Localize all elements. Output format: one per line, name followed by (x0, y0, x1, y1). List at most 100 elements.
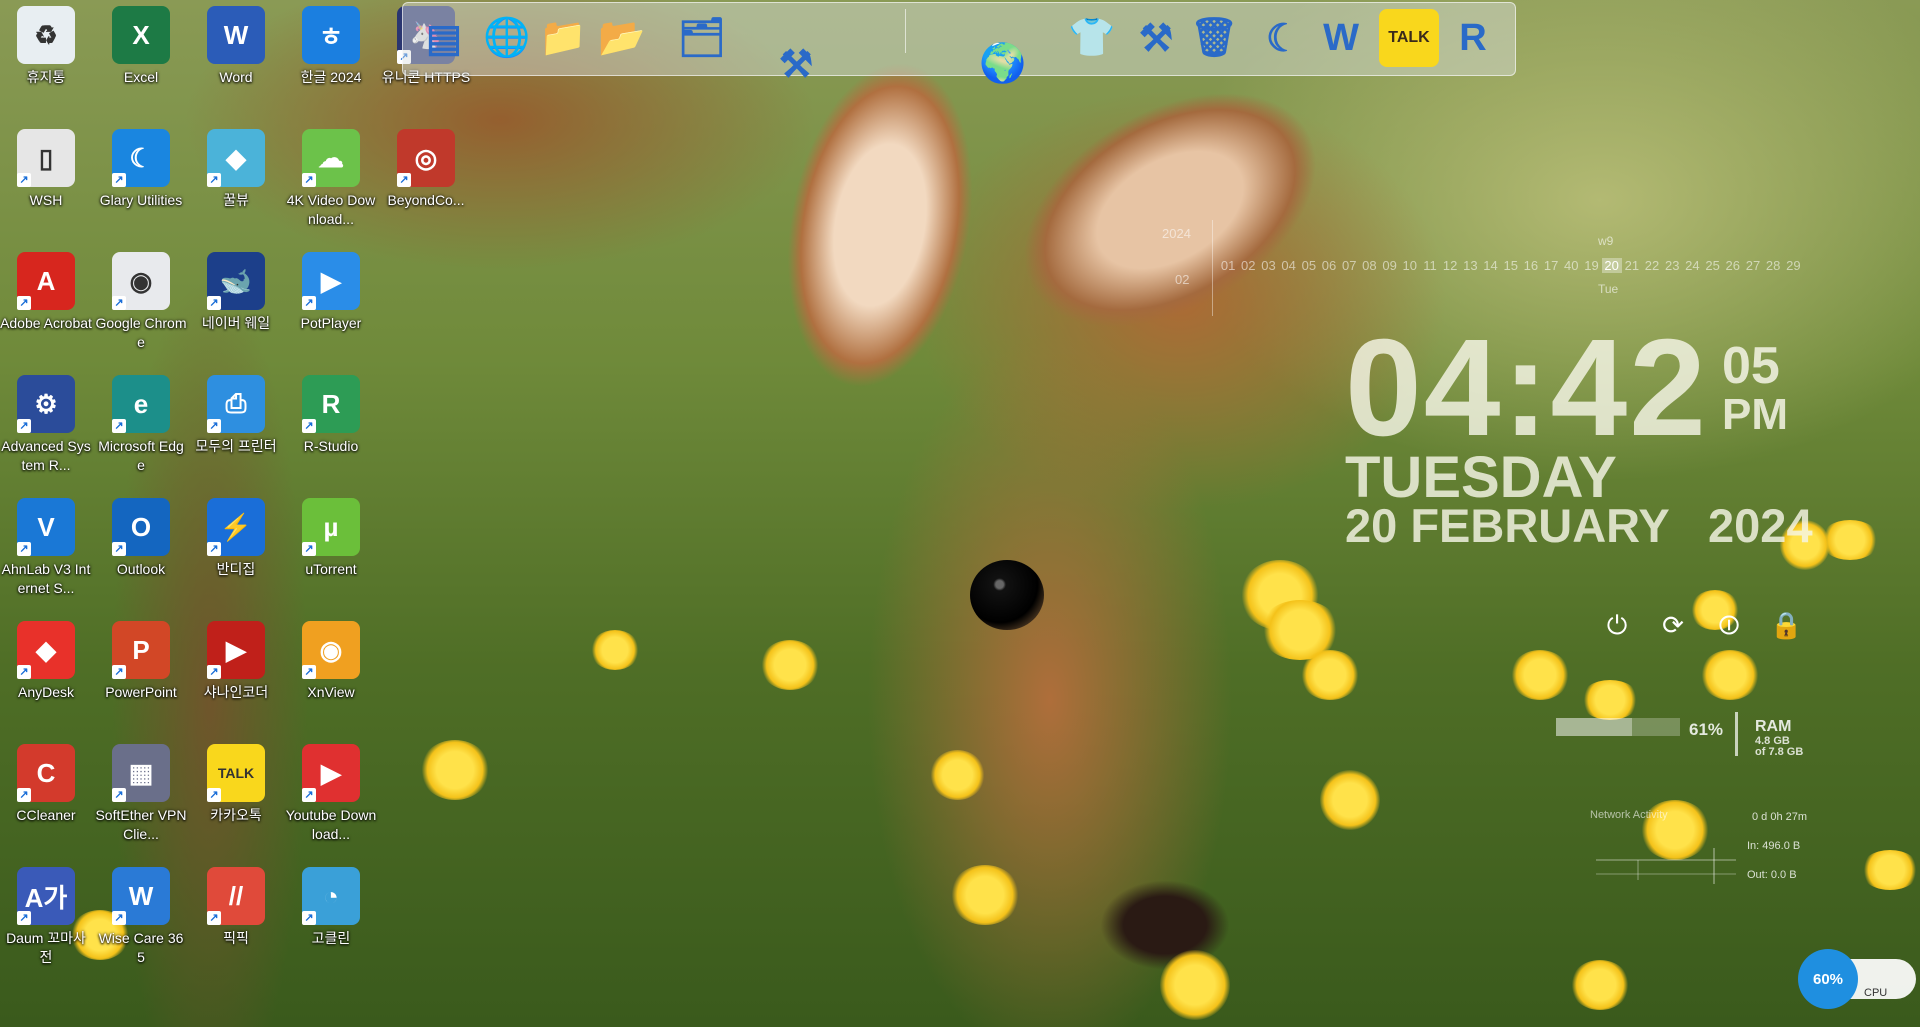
shortcut-arrow-icon: ↗ (302, 788, 316, 802)
desktop-icon[interactable]: ▯ ↗ WSH (0, 129, 92, 210)
network-uptime: 0 d 0h 27m (1752, 811, 1808, 823)
shortcut-arrow-icon: ↗ (17, 911, 31, 925)
desktop-icon[interactable]: 🐋 ↗ 네이버 웨일 (190, 252, 282, 333)
folder-icon[interactable]: 📁 (535, 9, 591, 67)
desktop-icon[interactable]: ◉ ↗ XnView (285, 621, 377, 702)
desktop-icon[interactable]: µ ↗ uTorrent (285, 498, 377, 579)
desktop-icon[interactable]: ▶ ↗ 샤나인코더 (190, 621, 282, 702)
calendar-day: 11 (1423, 258, 1437, 273)
internet-globe-icon[interactable]: 🌍 (943, 9, 1063, 119)
calendar-day: 08 (1362, 258, 1377, 273)
desktop-icon[interactable]: W Word (190, 6, 282, 87)
kakaotalk-icon: TALK ↗ (207, 744, 265, 802)
desktop-icon[interactable]: ☾ ↗ Glary Utilities (95, 129, 187, 210)
sleep-icon[interactable]: ⏼ (1714, 610, 1744, 640)
restart-icon[interactable]: ⟳ (1658, 610, 1688, 640)
honeyview-icon: ◆ ↗ (207, 129, 265, 187)
desktop-icon[interactable]: X Excel (95, 6, 187, 87)
desktop-icon-label: 네이버 웨일 (201, 315, 271, 331)
flower (1860, 850, 1920, 890)
desktop-icon[interactable]: ◆ ↗ AnyDesk (0, 621, 92, 702)
folder-drive-icon[interactable]: 🗂 (665, 9, 739, 67)
desktop-icon[interactable]: V ↗ AhnLab V3 Internet S... (0, 498, 92, 598)
desktop-icon[interactable]: ⎙ ↗ 모두의 프린터 (190, 375, 282, 456)
calendar-day: 12 (1442, 258, 1458, 273)
registry-icon[interactable]: R (1443, 9, 1503, 67)
clock-ampm: PM (1722, 390, 1788, 439)
desktop-icon[interactable]: ▶ ↗ Youtube Download... (285, 744, 377, 844)
edge-icon: e ↗ (112, 375, 170, 433)
desktop-icon[interactable]: ◆ ↗ 꿀뷰 (190, 129, 282, 210)
folder-green-icon[interactable]: 📂 (593, 9, 651, 67)
outlook-icon: O ↗ (112, 498, 170, 556)
flower (1700, 650, 1760, 700)
desktop-icon[interactable]: ㅎ 한글 2024 (285, 6, 377, 87)
desktop-icon[interactable]: ◉ ↗ Google Chrome (95, 252, 187, 352)
shutdown-icon[interactable]: ⏻ (1602, 610, 1632, 640)
desktop-icon-label: R-Studio (303, 438, 359, 454)
recycle-bin-icon[interactable]: 🗑 (1189, 9, 1239, 67)
desktop-icon-label: 반디집 (216, 561, 256, 577)
calendar-day: 03 (1261, 258, 1276, 273)
desktop-icon[interactable]: ☁ ↗ 4K Video Download... (285, 129, 377, 229)
calendar-week-number: w9 (1598, 234, 1614, 248)
desktop-icon[interactable]: R ↗ R-Studio (285, 375, 377, 456)
calendar-day: 14 (1483, 258, 1498, 273)
desktop-icon[interactable]: ⚡ ↗ 반디집 (190, 498, 282, 579)
calendar-day: 26 (1725, 258, 1741, 273)
wise-care-icon[interactable]: W (1315, 9, 1367, 67)
shortcut-arrow-icon: ↗ (112, 542, 126, 556)
desktop-icon[interactable]: ♻ 휴지통 (0, 6, 92, 87)
shortcut-arrow-icon: ↗ (207, 419, 221, 433)
network-in: In: 496.0 B (1747, 840, 1801, 852)
adobe-acrobat-icon: A ↗ (17, 252, 75, 310)
desktop-icon[interactable]: ◎ ↗ BeyondCo... (380, 129, 472, 210)
desktop-icon-label: Outlook (116, 561, 166, 577)
desktop-icon[interactable]: ◔ ↗ 고클린 (285, 867, 377, 948)
wise-care-365-icon: W ↗ (112, 867, 170, 925)
hammer-icon[interactable]: ⚒ (1125, 9, 1187, 67)
desktop-icon[interactable]: ⚙ ↗ Advanced System R... (0, 375, 92, 475)
calendar-year: 2024 (1162, 226, 1191, 241)
cpu-widget[interactable]: 60% CPU (1798, 949, 1920, 1009)
calendar-day: 25 (1705, 258, 1720, 273)
network-title: Network Activity (1590, 809, 1668, 821)
desktop-icon[interactable]: e ↗ Microsoft Edge (95, 375, 187, 475)
ahnlab-v3-icon: V ↗ (17, 498, 75, 556)
desktop-icon-label: BeyondCo... (387, 192, 465, 208)
shortcut-arrow-icon: ↗ (207, 296, 221, 310)
desktop-icon[interactable]: P ↗ PowerPoint (95, 621, 187, 702)
flower (1580, 680, 1640, 720)
shortcut-arrow-icon: ↗ (112, 296, 126, 310)
desktop-icon-label: PotPlayer (300, 315, 362, 331)
desktop-icon[interactable]: A가 ↗ Daum 꼬마사전 (0, 867, 92, 967)
advanced-system-repair-icon: ⚙ ↗ (17, 375, 75, 433)
shortcut-arrow-icon: ↗ (207, 665, 221, 679)
desktop-icon[interactable]: A ↗ Adobe Acrobat (0, 252, 92, 333)
flower (1510, 650, 1570, 700)
desktop-icon[interactable]: C ↗ CCleaner (0, 744, 92, 825)
desktop-icon-label: uTorrent (305, 561, 357, 577)
kakaotalk-icon[interactable]: TALK (1379, 9, 1439, 67)
desktop-icon[interactable]: O ↗ Outlook (95, 498, 187, 579)
flower (1820, 520, 1880, 560)
desktop-icon[interactable]: //↗ 픽픽 (190, 867, 282, 948)
tshirt-icon[interactable]: 👕 (1061, 9, 1123, 67)
desktop-icon-label: Wise Care 365 (98, 930, 184, 965)
desktop-icon-label: Microsoft Edge (98, 438, 184, 473)
desktop-icon[interactable]: ▦ ↗ SoftEther VPN Clie... (95, 744, 187, 844)
desktop-icon-label: 휴지통 (26, 69, 66, 85)
desktop-icon-label: 한글 2024 (300, 69, 362, 85)
lock-icon[interactable]: 🔒 (1770, 610, 1802, 640)
calendar-day: 29 (1786, 258, 1801, 273)
desktop-icon-label: XnView (307, 684, 355, 700)
globe-network-icon[interactable]: 🌐 (479, 9, 535, 67)
desktop-icon[interactable]: TALK ↗ 카카오톡 (190, 744, 282, 825)
desktop-icon[interactable]: ▶ ↗ PotPlayer (285, 252, 377, 333)
desktop-icon[interactable]: W ↗ Wise Care 365 (95, 867, 187, 967)
tools-icon[interactable]: ⚒ (741, 9, 851, 119)
document-viewer-icon[interactable]: ▤ (415, 9, 473, 67)
glary-utilities-icon[interactable]: ☾ (1253, 9, 1313, 67)
shortcut-arrow-icon: ↗ (112, 173, 126, 187)
daum-dictionary-icon: A가 ↗ (17, 867, 75, 925)
